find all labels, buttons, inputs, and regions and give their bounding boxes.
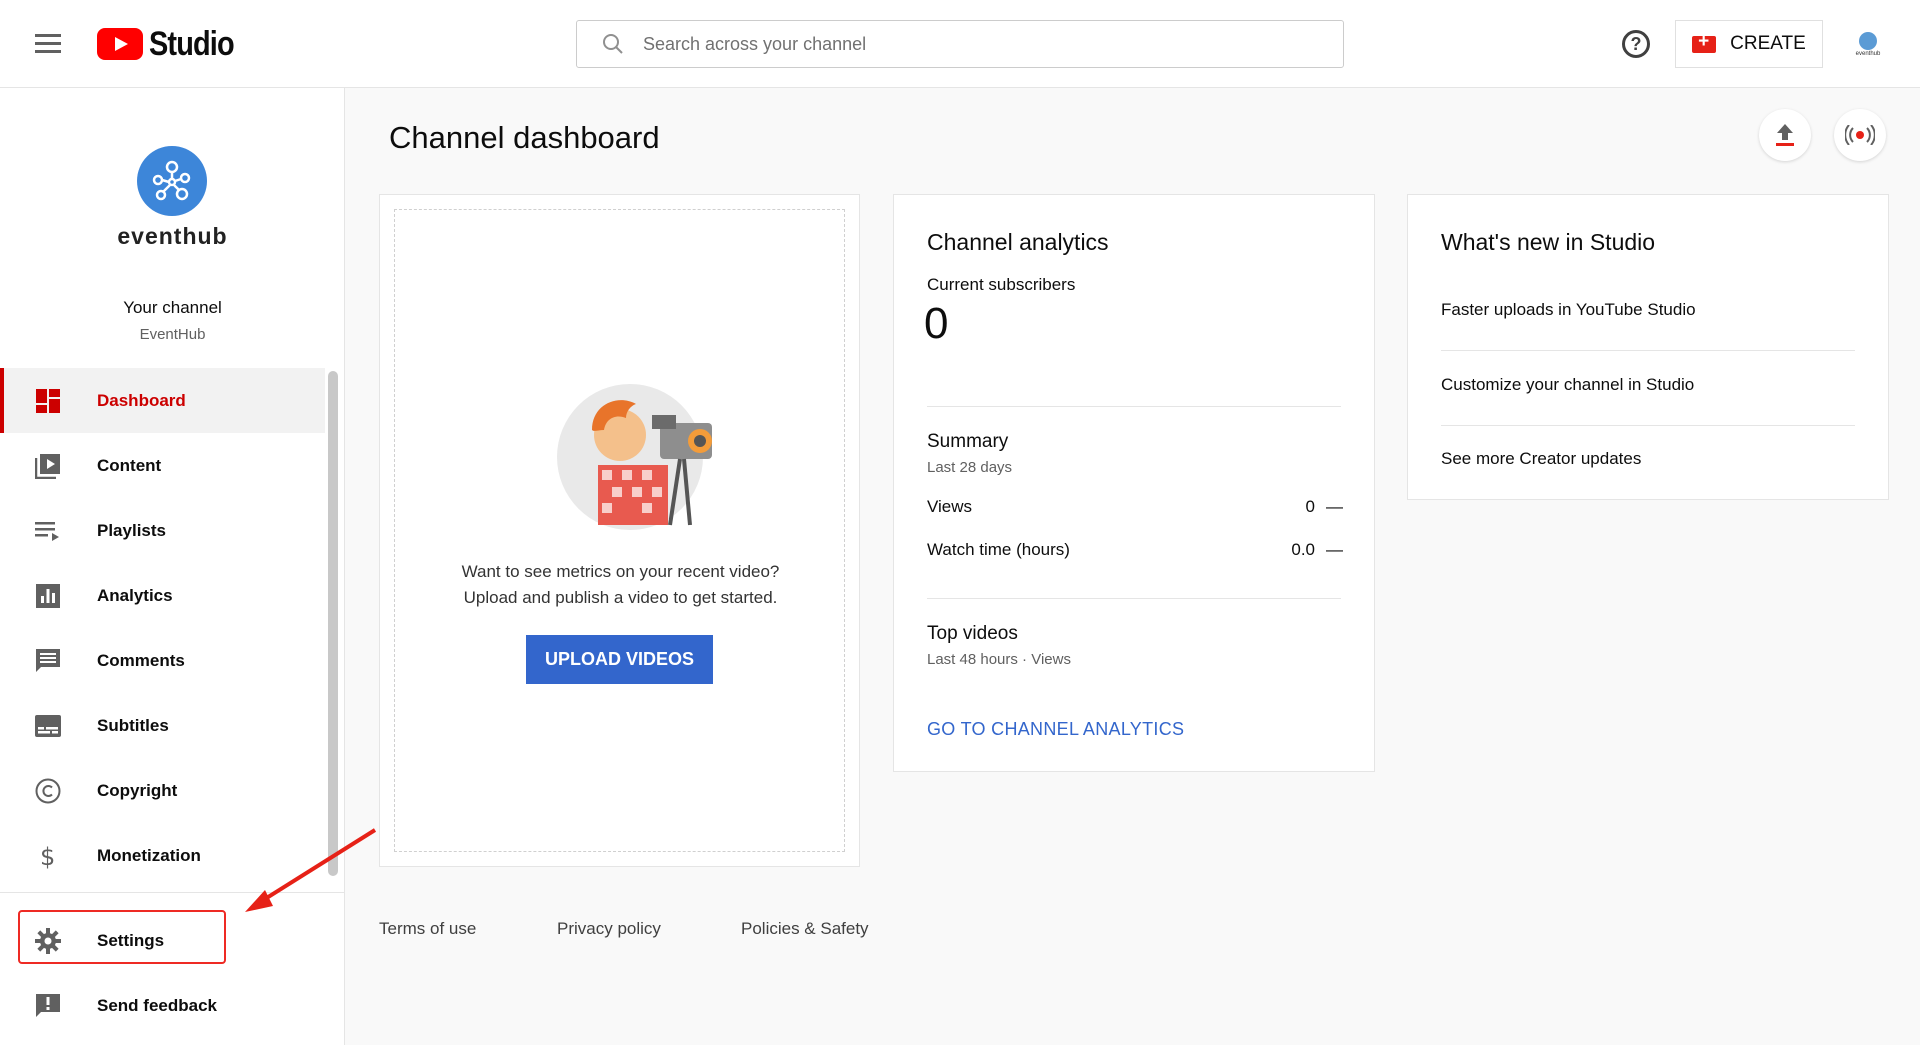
feedback-icon	[34, 993, 62, 1019]
account-avatar[interactable]: eventhub	[1852, 28, 1884, 60]
upload-message-line2: Upload and publish a video to get starte…	[463, 588, 778, 607]
footer-terms-link[interactable]: Terms of use	[379, 919, 476, 939]
sidebar-item-label: Monetization	[97, 845, 201, 865]
summary-title: Summary	[927, 431, 1009, 452]
your-channel-label: Your channel	[123, 298, 222, 317]
sidebar-item-send-feedback[interactable]: Send feedback	[0, 973, 345, 1038]
sidebar-item-label: Content	[97, 455, 162, 475]
metric-row-views: Views 0 —	[927, 497, 1343, 517]
subtitles-icon	[34, 713, 62, 739]
create-video-icon	[1692, 31, 1717, 53]
eventhub-logo-icon	[152, 160, 191, 201]
sidebar-nav: Dashboard Content Playlists Analytics Co…	[0, 368, 325, 888]
sidebar-item-label: Copyright	[97, 780, 178, 800]
sidebar-item-label: Send feedback	[97, 995, 217, 1015]
sidebar-item-subtitles[interactable]: Subtitles	[0, 693, 325, 758]
footer-privacy-link[interactable]: Privacy policy	[557, 919, 661, 939]
go-to-channel-analytics-link[interactable]: GO TO CHANNEL ANALYTICS	[927, 719, 1184, 740]
subscribers-count: 0	[924, 299, 949, 348]
studio-logo[interactable]: Studio	[97, 24, 249, 64]
divider	[927, 406, 1341, 407]
video-library-icon	[34, 453, 62, 479]
upload-icon	[1776, 124, 1794, 146]
top-videos-title: Top videos	[927, 623, 1018, 644]
card-title: Channel analytics	[927, 229, 1109, 255]
youtube-play-icon	[97, 28, 143, 60]
menu-icon[interactable]	[30, 30, 66, 58]
search-icon	[603, 34, 623, 54]
sidebar-item-label: Analytics	[97, 585, 173, 605]
metric-row-watch-time: Watch time (hours) 0.0 —	[927, 540, 1343, 560]
sidebar-item-content[interactable]: Content	[0, 433, 325, 498]
upload-message-line1: Want to see metrics on your recent video…	[461, 562, 780, 581]
copyright-icon	[34, 778, 62, 804]
svg-text:$: $	[40, 843, 55, 870]
dollar-icon: $	[34, 843, 62, 870]
annotation-arrow	[245, 828, 377, 912]
sidebar-item-analytics[interactable]: Analytics	[0, 563, 325, 628]
sidebar-scrollbar[interactable]	[328, 371, 338, 876]
news-item[interactable]: Faster uploads in YouTube Studio	[1441, 300, 1696, 320]
bar-chart-icon	[34, 583, 62, 609]
channel-brand-name: eventhub	[117, 223, 228, 249]
playlist-icon	[34, 518, 62, 544]
channel-avatar[interactable]	[137, 146, 207, 216]
upload-prompt-card: Want to see metrics on your recent video…	[379, 194, 860, 867]
divider	[927, 598, 1341, 599]
metric-delta: —	[1326, 497, 1343, 516]
summary-period: Last 28 days	[927, 459, 1013, 476]
comment-icon	[34, 648, 62, 674]
logo-text: Studio	[149, 24, 235, 63]
sidebar-item-comments[interactable]: Comments	[0, 628, 325, 693]
sidebar-item-label: Playlists	[97, 520, 166, 540]
top-bar: Studio ? CREATE eventhub	[0, 0, 1920, 88]
sidebar-item-dashboard[interactable]: Dashboard	[0, 368, 325, 433]
upload-button[interactable]	[1759, 109, 1811, 161]
metric-delta: —	[1326, 540, 1343, 559]
settings-annotation-box	[18, 910, 226, 964]
help-icon[interactable]: ?	[1622, 30, 1650, 58]
create-label: CREATE	[1730, 33, 1806, 54]
search-input[interactable]	[643, 33, 1293, 55]
channel-handle: EventHub	[139, 326, 206, 343]
sidebar-item-playlists[interactable]: Playlists	[0, 498, 325, 563]
metric-value: 0.0	[1291, 540, 1315, 559]
news-item[interactable]: Customize your channel in Studio	[1441, 375, 1694, 395]
metric-label: Watch time (hours)	[927, 540, 1070, 559]
news-item[interactable]: See more Creator updates	[1441, 449, 1641, 469]
subscribers-label: Current subscribers	[927, 275, 1076, 294]
channel-analytics-card: Channel analytics Current subscribers 0 …	[893, 194, 1375, 772]
avatar-text: eventhub	[1855, 50, 1881, 57]
top-videos-period: Last 48 hours · Views	[927, 651, 1071, 668]
metric-label: Views	[927, 497, 973, 516]
dashboard-icon	[34, 388, 62, 414]
videographer-illustration	[557, 384, 712, 530]
card-title: What's new in Studio	[1441, 229, 1656, 255]
divider	[1441, 425, 1855, 426]
upload-videos-button[interactable]: UPLOAD VIDEOS	[526, 635, 713, 684]
whats-new-card: What's new in Studio Faster uploads in Y…	[1407, 194, 1889, 500]
upload-message: Want to see metrics on your recent video…	[380, 559, 861, 611]
go-live-button[interactable]	[1834, 109, 1886, 161]
sidebar-item-label: Comments	[97, 650, 185, 670]
metric-value: 0	[1305, 497, 1315, 516]
create-button[interactable]: CREATE	[1675, 20, 1823, 68]
avatar-image	[1859, 31, 1877, 50]
divider	[1441, 350, 1855, 351]
sidebar-item-label: Subtitles	[97, 715, 169, 735]
search-box[interactable]	[576, 20, 1344, 68]
sidebar-item-copyright[interactable]: Copyright	[0, 758, 325, 823]
page-title: Channel dashboard	[389, 120, 660, 155]
footer-policies-link[interactable]: Policies & Safety	[741, 919, 869, 939]
live-broadcast-icon	[1845, 125, 1875, 145]
sidebar-item-label: Dashboard	[97, 390, 186, 410]
